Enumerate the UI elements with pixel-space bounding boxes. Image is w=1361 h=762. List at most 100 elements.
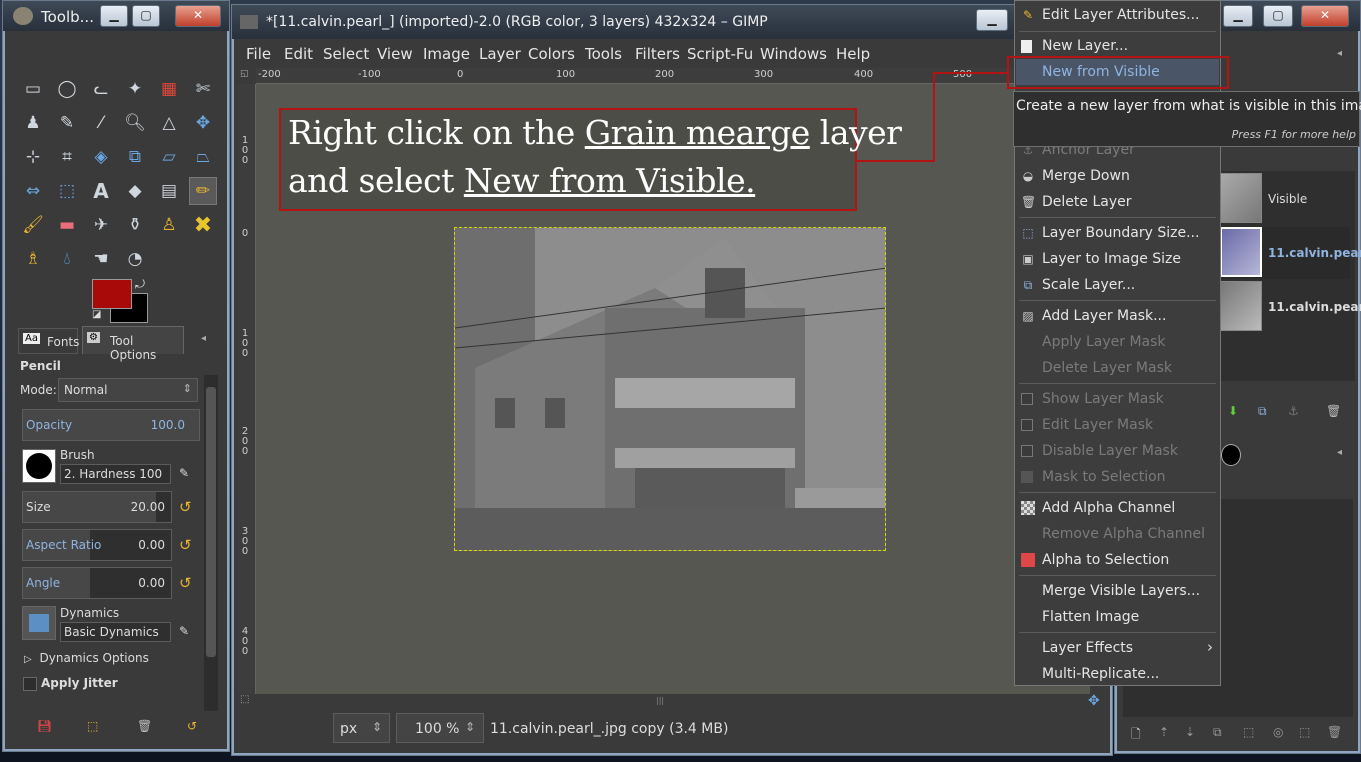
maximize-button[interactable]: ▢: [132, 5, 160, 27]
foreground-color-swatch[interactable]: [92, 279, 132, 309]
aspect-ratio-slider[interactable]: Aspect Ratio 0.00: [22, 529, 172, 561]
ink-icon[interactable]: ⚱: [121, 211, 149, 239]
menu-windows[interactable]: Windows: [760, 45, 827, 63]
smudge-icon[interactable]: ☚: [87, 245, 115, 273]
menu-item-add-alpha-channel[interactable]: Add Alpha Channel: [1016, 495, 1219, 521]
rect-select-icon[interactable]: ▭: [19, 75, 47, 103]
clone-icon[interactable]: ♙: [155, 211, 183, 239]
menu-item-multi-replicate[interactable]: Multi-Replicate...: [1016, 661, 1219, 687]
menu-edit[interactable]: Edit: [284, 45, 313, 63]
edit-brush-icon[interactable]: ✎: [179, 466, 189, 480]
menu-filters[interactable]: Filters: [635, 45, 680, 63]
horizontal-scrollbar[interactable]: |||: [256, 694, 1086, 707]
menu-item-delete-layer[interactable]: 🗑︎ Delete Layer: [1016, 189, 1219, 215]
menu-item-alpha-to-selection[interactable]: Alpha to Selection: [1016, 547, 1219, 573]
lower-layer-icon[interactable]: ⬇: [1228, 404, 1238, 418]
brush-preview[interactable]: [22, 449, 56, 483]
perspective-icon[interactable]: ⏢: [189, 143, 217, 171]
menu-image[interactable]: Image: [423, 45, 470, 63]
dock-close-button[interactable]: ✕: [1301, 5, 1349, 27]
vertical-ruler[interactable]: 1 0 0 0 1 0 0 2 0 0 3 0 0 4 0 0: [238, 84, 256, 694]
ruler-corner[interactable]: ◱: [240, 69, 253, 82]
layer-row[interactable]: Visible: [1220, 173, 1350, 225]
reset-options-icon[interactable]: ↺: [187, 719, 197, 733]
crop-icon[interactable]: ⌗: [53, 143, 81, 171]
color-picker-icon[interactable]: ⁄: [87, 109, 115, 137]
reset-angle-icon[interactable]: ↺: [179, 574, 197, 592]
to-selection-icon[interactable]: ⬚: [1299, 725, 1310, 739]
mode-select[interactable]: Normal ⇕: [58, 378, 198, 402]
menu-file[interactable]: File: [246, 45, 271, 63]
flip-icon[interactable]: ⇔: [19, 177, 47, 205]
paths-icon[interactable]: ✎: [53, 109, 81, 137]
dynamics-field[interactable]: Basic Dynamics: [60, 622, 171, 642]
restore-options-icon[interactable]: ⬚: [87, 719, 98, 733]
dock-maximize-button[interactable]: ▢: [1263, 5, 1293, 27]
align-icon[interactable]: ⊹: [19, 143, 47, 171]
fuzzy-select-icon[interactable]: ✦: [121, 75, 149, 103]
image-titlebar[interactable]: *[11.calvin.pearl_] (imported)-2.0 (RGB …: [232, 5, 1112, 39]
menu-item-flatten-image[interactable]: Flatten Image: [1016, 604, 1219, 630]
menu-item-merge-visible-layers[interactable]: Merge Visible Layers...: [1016, 578, 1219, 604]
dynamics-preview[interactable]: [22, 606, 56, 640]
menu-item-delete-layer-mask[interactable]: Delete Layer Mask: [1016, 355, 1219, 381]
layer-row[interactable]: 11.calvin.pearl: [1220, 281, 1361, 333]
tab-tool-options[interactable]: ⚙ Tool Options: [82, 326, 184, 362]
toolbox-titlebar[interactable]: Toolb... ▁ ▢ ✕: [3, 1, 229, 31]
delete-layer-icon[interactable]: 🗑︎: [1326, 404, 1341, 418]
heal-icon[interactable]: ✖: [189, 211, 217, 239]
anchor-layer-icon[interactable]: ⚓︎: [1288, 404, 1299, 418]
menu-colors[interactable]: Colors: [528, 45, 575, 63]
apply-jitter-checkbox[interactable]: [23, 677, 37, 691]
menu-item-mask-to-selection[interactable]: Mask to Selection: [1016, 464, 1219, 490]
save-options-icon[interactable]: 💾︎: [37, 719, 52, 733]
stroke-icon[interactable]: ◎: [1273, 725, 1283, 739]
raise-icon[interactable]: ⇡: [1159, 725, 1169, 739]
scale-icon[interactable]: ⧉: [121, 143, 149, 171]
measure-icon[interactable]: △: [155, 109, 183, 137]
pencil-icon[interactable]: ✏: [189, 177, 217, 205]
menu-item-layer-effects[interactable]: Layer Effects ›: [1016, 635, 1219, 661]
menu-item-disable-layer-mask[interactable]: Disable Layer Mask: [1016, 438, 1219, 464]
menu-item-edit-layer-attributes[interactable]: ✎ Edit Layer Attributes...: [1016, 2, 1219, 28]
blur-icon[interactable]: 💧︎: [53, 245, 81, 273]
new-item-icon[interactable]: 🗋︎: [1131, 725, 1141, 746]
minimize-button[interactable]: ▁: [100, 5, 128, 27]
quick-mask-toggle[interactable]: ⬚: [240, 694, 254, 708]
delete-item-icon[interactable]: 🗑︎: [1327, 725, 1342, 739]
rotate-icon[interactable]: ◈: [87, 143, 115, 171]
menu-item-remove-alpha-channel[interactable]: Remove Alpha Channel: [1016, 521, 1219, 547]
bucket-fill-icon[interactable]: ◆: [121, 177, 149, 205]
select-by-color-icon[interactable]: ▦: [155, 75, 183, 103]
reset-size-icon[interactable]: ↺: [179, 498, 197, 516]
angle-slider[interactable]: Angle 0.00: [22, 567, 172, 599]
lasso-icon[interactable]: ᓚ: [87, 75, 115, 103]
blend-icon[interactable]: ▤: [155, 177, 183, 205]
perspective-clone-icon[interactable]: ♗: [19, 245, 47, 273]
menu-script-fu[interactable]: Script-Fu: [687, 45, 753, 63]
to-path-icon[interactable]: ⬚: [1243, 725, 1254, 739]
image-minimize-button[interactable]: ▁: [976, 9, 1008, 31]
menu-item-layer-to-image-size[interactable]: ▣ Layer to Image Size: [1016, 246, 1219, 272]
duplicate-layer-icon[interactable]: ⧉: [1258, 404, 1267, 419]
unit-select[interactable]: px ⇕: [333, 713, 390, 743]
ellipse-select-icon[interactable]: ◯: [53, 75, 81, 103]
reset-aspect-icon[interactable]: ↺: [179, 536, 197, 554]
tab-fonts[interactable]: Aa Fonts: [18, 328, 79, 354]
opacity-slider[interactable]: Opacity 100.0: [22, 409, 200, 441]
dock-tab-menu-icon-2[interactable]: ◂: [1337, 447, 1342, 458]
dock-tab-menu-icon[interactable]: ◂: [1337, 48, 1342, 59]
duplicate-icon[interactable]: ⧉: [1213, 725, 1222, 740]
zoom-icon[interactable]: 🔍︎: [121, 109, 149, 137]
cage-icon[interactable]: ⬚: [53, 177, 81, 205]
default-colors-icon[interactable]: ◪: [92, 309, 101, 320]
edit-dynamics-icon[interactable]: ✎: [179, 624, 189, 638]
eraser-icon[interactable]: ▬: [53, 211, 81, 239]
delete-options-icon[interactable]: 🗑︎: [137, 719, 152, 733]
menu-select[interactable]: Select: [323, 45, 369, 63]
menu-item-layer-boundary-size[interactable]: ⬚ Layer Boundary Size...: [1016, 220, 1219, 246]
move-icon[interactable]: ✥: [189, 109, 217, 137]
menu-tools[interactable]: Tools: [585, 45, 622, 63]
paintbrush-icon[interactable]: 🖌︎: [19, 211, 47, 239]
menu-item-merge-down[interactable]: ◒ Merge Down: [1016, 163, 1219, 189]
